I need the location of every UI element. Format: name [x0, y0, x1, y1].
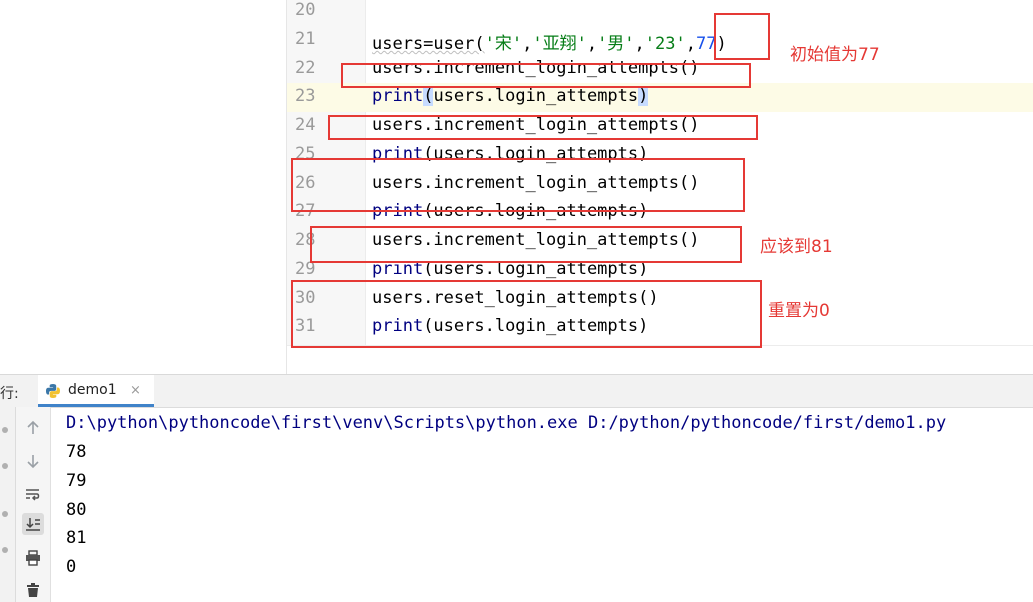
code-text[interactable]: users=user('宋','亚翔','男','23',77): [372, 29, 727, 54]
paren-token: (: [423, 86, 434, 106]
arrow-down-icon[interactable]: [22, 450, 44, 472]
edge-marker: [2, 427, 8, 433]
left-edge-strip: [0, 407, 16, 602]
code-text[interactable]: print(users.login_attempts): [372, 86, 649, 106]
annotation-reset-label: 重置为0: [768, 301, 830, 321]
console-output-line: 0: [66, 557, 77, 577]
line-number: 22: [295, 58, 316, 78]
annotation-box: [291, 158, 745, 212]
console-output[interactable]: D:\python\pythoncode\first\venv\Scripts\…: [51, 408, 1033, 602]
edge-marker: [2, 511, 8, 517]
paren-token: ): [638, 86, 649, 106]
code-line[interactable]: 21 users=user('宋','亚翔','男','23',77): [287, 26, 1033, 55]
annotation-box: [291, 280, 762, 348]
code-token: users=user(: [372, 34, 485, 54]
run-panel-header: 行: demo1 ×: [0, 375, 1033, 408]
annotation-box: [310, 226, 742, 263]
annotation-box: [714, 13, 770, 60]
console-output-line: 78: [66, 442, 87, 462]
line-number: 24: [295, 115, 316, 135]
soft-wrap-icon[interactable]: [22, 483, 44, 505]
line-number: 20: [295, 0, 316, 20]
comma-token: ,: [522, 34, 533, 54]
run-toolbar: [16, 407, 51, 602]
tab-label: demo1: [68, 382, 117, 398]
trash-icon[interactable]: [22, 579, 44, 601]
comma-token: ,: [586, 34, 598, 54]
code-line[interactable]: 20: [287, 0, 1033, 26]
scroll-to-end-icon[interactable]: [22, 513, 44, 535]
edge-marker: [2, 463, 8, 469]
console-command-line: D:\python\pythoncode\first\venv\Scripts\…: [66, 413, 947, 433]
run-label: 行:: [0, 386, 19, 402]
string-token: '宋': [484, 34, 523, 54]
string-token: '男': [597, 34, 635, 54]
line-number: 23: [295, 86, 316, 106]
python-icon: [46, 384, 60, 398]
console-output-line: 80: [66, 500, 87, 520]
close-icon[interactable]: ×: [130, 383, 141, 398]
keyword-token: print: [372, 86, 424, 106]
editor-bottom-edge: [287, 345, 1033, 375]
project-pane: [0, 0, 287, 374]
string-token: '23': [644, 34, 686, 54]
annotation-box: [341, 63, 751, 88]
print-icon[interactable]: [22, 547, 44, 569]
code-token: users.login_attempts: [433, 86, 639, 106]
annotation-should-reach-label: 应该到81: [760, 237, 833, 257]
line-number: 21: [295, 29, 316, 49]
comma-token: ,: [634, 34, 645, 54]
edge-marker: [2, 547, 8, 553]
arrow-up-icon[interactable]: [22, 417, 44, 439]
console-output-line: 81: [66, 528, 87, 548]
console-output-line: 79: [66, 471, 87, 491]
annotation-box: [328, 115, 758, 140]
string-token: '亚翔': [532, 34, 587, 54]
tab-demo1[interactable]: demo1 ×: [38, 375, 154, 407]
comma-token: ,: [685, 34, 696, 54]
annotation-initial-label: 初始值为77: [790, 45, 880, 65]
